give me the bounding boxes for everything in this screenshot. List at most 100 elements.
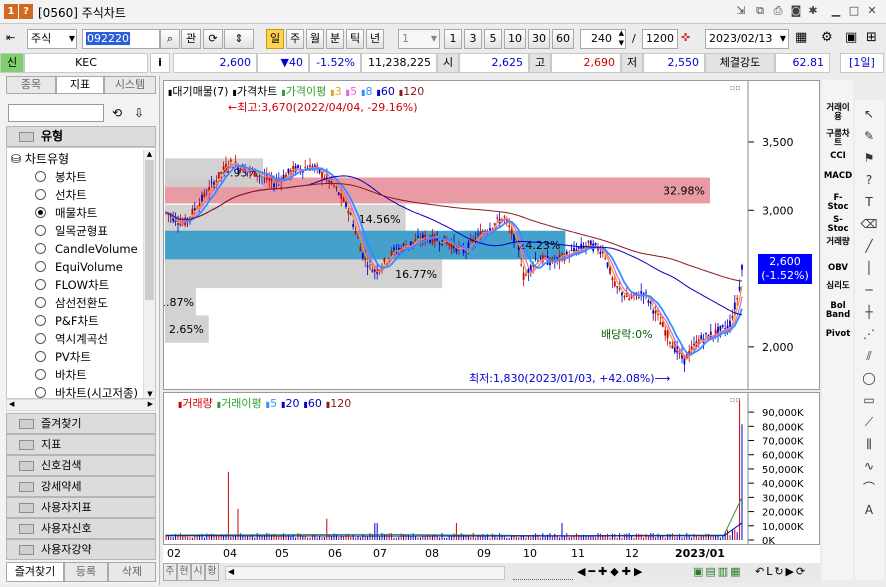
link-icon[interactable]: ⇲ [734,4,748,18]
indicator-shortcut[interactable]: CCI [823,152,853,161]
radio-button[interactable] [35,243,46,254]
question-icon[interactable]: ? [859,170,879,190]
panel-menu-icon[interactable]: ▫▫ [730,83,741,92]
folder-item[interactable]: 사용자지표 [6,497,156,518]
minimize-icon[interactable]: ▁ [829,4,843,18]
radio-button[interactable] [35,387,46,398]
tree-scrollbar[interactable]: ▲ ▼ [143,150,155,398]
tab-favorites[interactable]: 즐겨찾기 [6,562,64,582]
refresh-icon[interactable]: ⟳ [203,29,223,49]
period-minute[interactable]: 분 [326,29,344,49]
period-year[interactable]: 년 [366,29,384,49]
volume-chart-panel[interactable]: 90,000K 80,000K 70,000K 60,000K 50,000K 40,00… [163,392,820,545]
price-chart-svg[interactable]: 32.98%5.93%14.56%24.23%16.77%1.87%2.65%3… [164,81,819,389]
indicator-shortcut[interactable]: MACD [823,172,853,181]
radio-button[interactable] [35,189,46,200]
tree-root[interactable]: ⛁ 차트유형 [11,150,69,167]
legend-item[interactable]: ▮60 [376,85,394,98]
tab-indicator[interactable]: 지표 [56,76,104,94]
folder-item[interactable]: 강세약세 [6,476,156,497]
tab-system[interactable]: 시스템 [104,76,156,94]
step-10[interactable]: 10 [504,29,526,49]
download-icon[interactable]: ⇩ [130,104,148,122]
step-30[interactable]: 30 [528,29,550,49]
radio-button[interactable] [35,225,46,236]
radio-button[interactable] [35,279,46,290]
arc-icon[interactable]: ⌒ [859,478,879,498]
zoom-buttons[interactable]: ◀━✚◆✚▶ [577,565,645,578]
tab-ju[interactable]: 주 [163,563,177,581]
indicator-shortcut[interactable]: S-Stoc [823,216,853,234]
close-icon[interactable]: ✕ [865,4,879,18]
updown-icon[interactable]: ⇕ [224,29,254,49]
chart-scrollbar[interactable]: ◀ [225,566,505,580]
step-60[interactable]: 60 [552,29,574,49]
radio-button[interactable] [35,369,46,380]
tree-hscroll[interactable]: ◀ ▶ [6,399,156,411]
radio-button[interactable] [35,171,46,182]
volume-panel-menu-icon[interactable]: ▫▫ [730,395,741,404]
auto-icon[interactable]: A [859,500,879,520]
volume-legend-item[interactable]: ▮5 [266,397,277,410]
horizontal-line-icon[interactable]: ─ [859,280,879,300]
gwan-button[interactable]: 관 [181,29,201,49]
radio-button[interactable] [35,297,46,308]
refresh-list-icon[interactable]: ⟲ [108,104,126,122]
eraser-icon[interactable]: ⌫ [859,214,879,234]
export-icons[interactable]: ▣▤▥▦ [693,565,743,578]
trendline-icon[interactable]: ╱ [859,236,879,256]
lock-settings-icon[interactable]: ✜ [681,31,690,44]
code-input[interactable]: 092220 [86,32,130,45]
text-icon[interactable]: T [859,192,879,212]
chart-grid-icon[interactable]: ▦ [795,30,807,45]
fan-icon[interactable]: ⟋ [859,412,879,432]
price-chart-panel[interactable]: 32.98%5.93%14.56%24.23%16.77%1.87%2.65%3… [163,80,820,390]
circle-icon[interactable]: ◯ [859,368,879,388]
indicator-shortcut[interactable]: OBV [823,264,853,273]
indicator-shortcut[interactable]: F-Stoc [823,194,853,212]
gear-icon[interactable]: ✱ [806,4,820,18]
wave-icon[interactable]: ∿ [859,456,879,476]
zoom-slider[interactable] [513,566,573,580]
info-button[interactable]: i [150,53,170,73]
indicator-shortcut[interactable]: 구름차트 [823,130,853,148]
cross-line-icon[interactable]: ┼ [859,302,879,322]
legend-item[interactable]: ▮가격차트 [232,85,277,98]
period-tick[interactable]: 틱 [346,29,364,49]
indicator-search-input[interactable] [8,104,104,122]
step-5[interactable]: 5 [484,29,502,49]
radio-button[interactable] [35,333,46,344]
legend-item[interactable]: ▮8 [361,85,372,98]
indicator-shortcut[interactable]: Bol Band [823,302,853,320]
channel-icon[interactable]: ⫼ [859,434,879,454]
vertical-line-icon[interactable]: │ [859,258,879,278]
volume-legend-item[interactable]: ▮60 [303,397,321,410]
period-month[interactable]: 월 [306,29,324,49]
folder-type[interactable]: 유형 [6,126,156,147]
folder-item[interactable]: 지표 [6,434,156,455]
legend-item[interactable]: ▮가격이평 [281,85,326,98]
radio-button[interactable] [35,351,46,362]
volume-legend-item[interactable]: ▮20 [281,397,299,410]
tab-hwang[interactable]: 황 [205,563,219,581]
interval-select[interactable]: 1 ▼ [398,29,440,49]
help-badge[interactable]: ? [19,4,33,19]
market-select[interactable]: 주식 ▼ [27,29,77,49]
paint-icon[interactable]: ✎ [859,126,879,146]
tab-hyun[interactable]: 현 [177,563,191,581]
total-count-field[interactable]: 1200 [642,29,678,49]
chart-nav-icons[interactable]: ↶L↻▶⟳ [755,565,807,578]
tab-stock[interactable]: 종목 [6,76,56,94]
tab-si[interactable]: 시 [191,563,205,581]
legend-item[interactable]: ▮대기매물(7) [168,85,228,98]
folder-item[interactable]: 사용자강약 [6,539,156,560]
save-icon[interactable]: ▣ [845,30,857,45]
indicator-shortcut[interactable]: 거래이용 [823,104,853,122]
register-button[interactable]: 등록 [64,562,108,582]
date-select[interactable]: 2023/02/13 ▼ [705,29,789,49]
settings-icon[interactable]: ⚙ [821,30,833,45]
period-day[interactable]: 일 [266,29,284,49]
count-input[interactable]: 240 ▲ ▼ [580,29,626,49]
fibonacci-icon[interactable]: ⋰ [859,324,879,344]
volume-legend-item[interactable]: ▮거래이평 [217,397,262,410]
